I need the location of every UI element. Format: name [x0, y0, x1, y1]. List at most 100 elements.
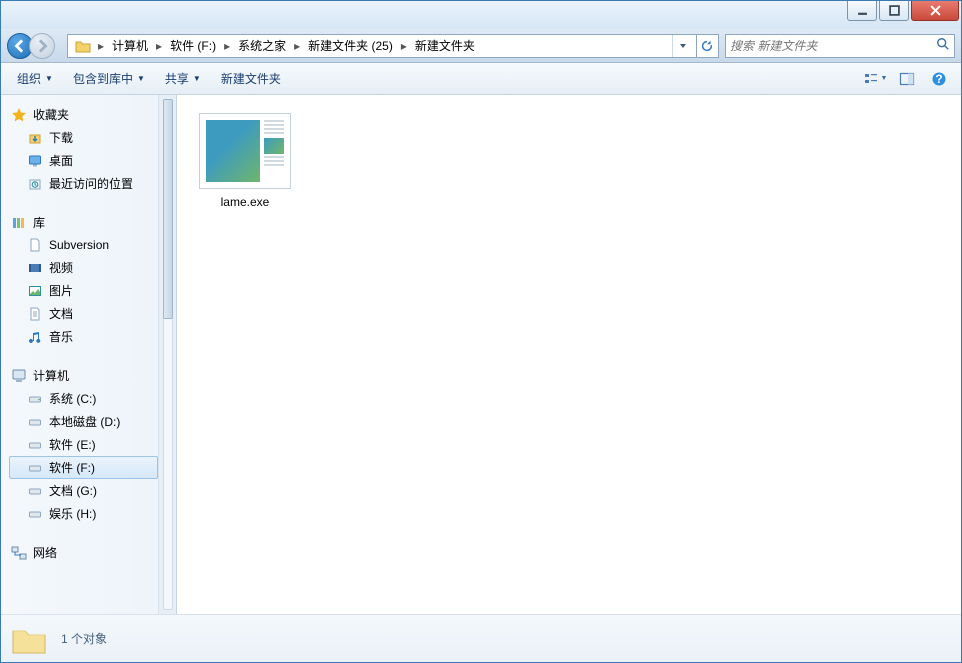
video-icon	[27, 260, 43, 276]
share-menu[interactable]: 共享 ▼	[157, 66, 209, 91]
tree-label: 软件 (F:)	[49, 459, 95, 476]
crumb-folder-2[interactable]: 新建文件夹 (25)	[302, 34, 399, 57]
address-bar[interactable]: ▸ 计算机 ▸ 软件 (F:) ▸ 系统之家 ▸ 新建文件夹 (25) ▸ 新建…	[67, 34, 719, 58]
tree-drive-e[interactable]: 软件 (E:)	[9, 433, 158, 456]
forward-button[interactable]	[29, 33, 55, 59]
refresh-button[interactable]	[696, 35, 716, 57]
tree-drive-c[interactable]: 系统 (C:)	[9, 387, 158, 410]
chevron-down-icon: ▼	[45, 74, 53, 83]
picture-icon	[27, 283, 43, 299]
drive-icon	[27, 437, 43, 453]
tree-videos[interactable]: 视频	[9, 256, 158, 279]
preview-pane-button[interactable]	[893, 67, 921, 91]
document-icon	[27, 237, 43, 253]
tree-music[interactable]: 音乐	[9, 325, 158, 348]
libraries-icon	[11, 215, 27, 231]
address-history-button[interactable]	[672, 35, 692, 57]
tree-label: 文档 (G:)	[49, 482, 97, 499]
tree-recent[interactable]: 最近访问的位置	[9, 172, 158, 195]
explorer-window: ▸ 计算机 ▸ 软件 (F:) ▸ 系统之家 ▸ 新建文件夹 (25) ▸ 新建…	[0, 0, 962, 663]
tree-drive-f[interactable]: 软件 (F:)	[9, 456, 158, 479]
crumb-computer[interactable]: 计算机	[106, 34, 154, 57]
drive-icon	[27, 460, 43, 476]
file-name: lame.exe	[195, 195, 295, 209]
tree-label: Subversion	[49, 238, 109, 252]
tree-label: 文档	[49, 305, 73, 322]
chevron-right-icon[interactable]: ▸	[96, 39, 106, 53]
navigation-bar: ▸ 计算机 ▸ 软件 (F:) ▸ 系统之家 ▸ 新建文件夹 (25) ▸ 新建…	[1, 29, 961, 63]
chevron-right-icon[interactable]: ▸	[222, 39, 232, 53]
chevron-down-icon: ▼	[881, 75, 888, 82]
tree-network[interactable]: 网络	[9, 541, 158, 564]
main-area: 收藏夹 下载 桌面 最近访问的位置 库	[1, 95, 961, 614]
tree-label: 视频	[49, 259, 73, 276]
computer-icon	[11, 368, 27, 384]
search-input[interactable]	[730, 39, 936, 53]
breadcrumb: ▸ 计算机 ▸ 软件 (F:) ▸ 系统之家 ▸ 新建文件夹 (25) ▸ 新建…	[96, 34, 672, 57]
tree-downloads[interactable]: 下载	[9, 126, 158, 149]
new-folder-label: 新建文件夹	[221, 70, 281, 87]
tree-label: 本地磁盘 (D:)	[49, 413, 120, 430]
organize-label: 组织	[17, 70, 41, 87]
document-icon	[27, 306, 43, 322]
organize-menu[interactable]: 组织 ▼	[9, 66, 61, 91]
tree-documents[interactable]: 文档	[9, 302, 158, 325]
tree-label: 图片	[49, 282, 73, 299]
chevron-right-icon[interactable]: ▸	[292, 39, 302, 53]
drive-icon	[27, 414, 43, 430]
tree-group-computer: 计算机 系统 (C:) 本地磁盘 (D:) 软件 (E:) 软件 (F:)	[9, 364, 158, 525]
tree-group-libraries: 库 Subversion 视频 图片 文档	[9, 211, 158, 348]
tree-favorites[interactable]: 收藏夹	[9, 103, 158, 126]
chevron-right-icon[interactable]: ▸	[154, 39, 164, 53]
crumb-folder-1[interactable]: 系统之家	[232, 34, 292, 57]
music-icon	[27, 329, 43, 345]
tree-label: 最近访问的位置	[49, 175, 133, 192]
desktop-icon	[27, 153, 43, 169]
tree-computer[interactable]: 计算机	[9, 364, 158, 387]
drive-icon	[27, 391, 43, 407]
crumb-folder-3[interactable]: 新建文件夹	[409, 34, 481, 57]
tree-subversion[interactable]: Subversion	[9, 234, 158, 256]
include-label: 包含到库中	[73, 70, 133, 87]
navigation-pane: 收藏夹 下载 桌面 最近访问的位置 库	[1, 95, 159, 614]
new-folder-button[interactable]: 新建文件夹	[213, 66, 289, 91]
star-icon	[11, 107, 27, 123]
nav-history-buttons	[7, 32, 61, 60]
folder-icon	[74, 37, 92, 55]
tree-drive-h[interactable]: 娱乐 (H:)	[9, 502, 158, 525]
chevron-down-icon: ▼	[193, 74, 201, 83]
tree-drive-d[interactable]: 本地磁盘 (D:)	[9, 410, 158, 433]
maximize-button[interactable]	[879, 1, 909, 21]
drive-icon	[27, 506, 43, 522]
command-bar: 组织 ▼ 包含到库中 ▼ 共享 ▼ 新建文件夹 ▼ ?	[1, 63, 961, 95]
chevron-right-icon[interactable]: ▸	[399, 39, 409, 53]
download-icon	[27, 130, 43, 146]
tree-desktop[interactable]: 桌面	[9, 149, 158, 172]
crumb-drive[interactable]: 软件 (F:)	[164, 34, 222, 57]
chevron-down-icon: ▼	[137, 74, 145, 83]
search-icon[interactable]	[936, 37, 950, 54]
item-count-text: 1 个对象	[61, 630, 107, 647]
tree-drive-g[interactable]: 文档 (G:)	[9, 479, 158, 502]
file-item[interactable]: lame.exe	[195, 113, 295, 209]
minimize-button[interactable]	[847, 1, 877, 21]
tree-pictures[interactable]: 图片	[9, 279, 158, 302]
help-button[interactable]: ?	[925, 67, 953, 91]
tree-label: 桌面	[49, 152, 73, 169]
share-label: 共享	[165, 70, 189, 87]
nav-pane-scrollbar[interactable]	[159, 95, 177, 614]
tree-label: 系统 (C:)	[49, 390, 96, 407]
change-view-button[interactable]: ▼	[861, 67, 889, 91]
recent-icon	[27, 176, 43, 192]
tree-label: 软件 (E:)	[49, 436, 96, 453]
tree-label: 库	[33, 214, 45, 231]
details-pane: 1 个对象	[1, 614, 961, 662]
include-in-library-menu[interactable]: 包含到库中 ▼	[65, 66, 153, 91]
tree-group-favorites: 收藏夹 下载 桌面 最近访问的位置	[9, 103, 158, 195]
close-button[interactable]	[911, 1, 959, 21]
tree-group-network: 网络	[9, 541, 158, 564]
search-box[interactable]	[725, 34, 955, 58]
file-list[interactable]: lame.exe	[177, 95, 961, 614]
tree-label: 娱乐 (H:)	[49, 505, 96, 522]
tree-libraries[interactable]: 库	[9, 211, 158, 234]
